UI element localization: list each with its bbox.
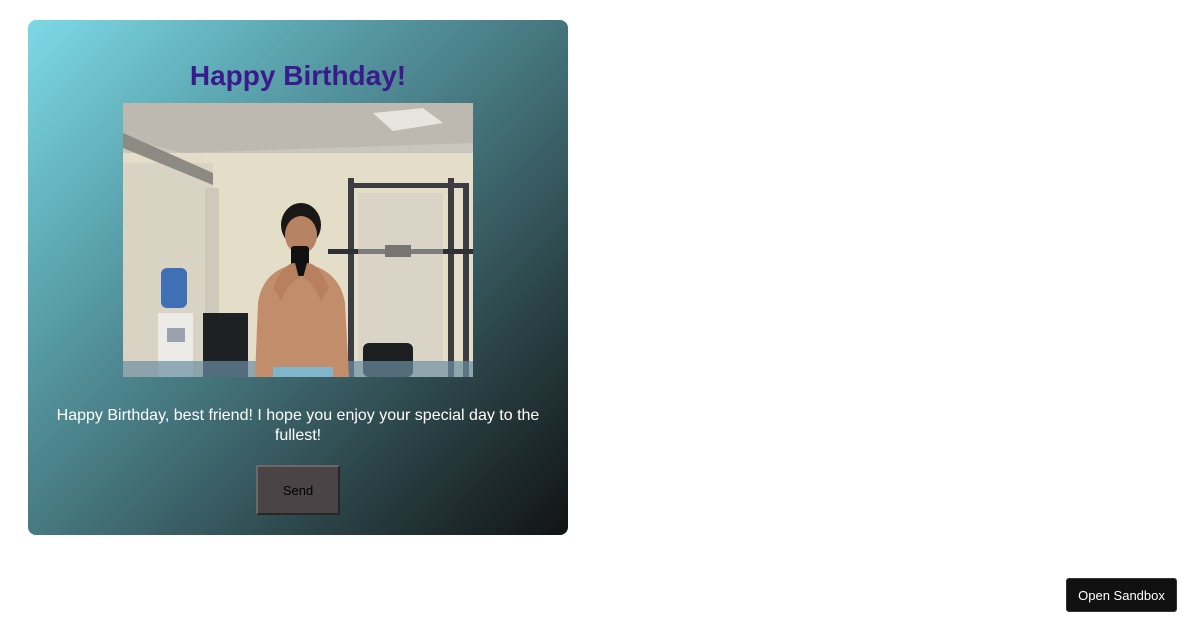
send-button[interactable]: Send bbox=[256, 465, 340, 515]
card-title: Happy Birthday! bbox=[189, 60, 407, 91]
card-photo bbox=[123, 103, 473, 377]
page: Happy Birthday! Happy Birthday, best fri… bbox=[0, 0, 1200, 630]
birthday-card: Happy Birthday! Happy Birthday, best fri… bbox=[28, 20, 568, 535]
open-sandbox-button[interactable]: Open Sandbox bbox=[1066, 578, 1177, 612]
card-message: Happy Birthday, best friend! I hope you … bbox=[56, 407, 540, 444]
